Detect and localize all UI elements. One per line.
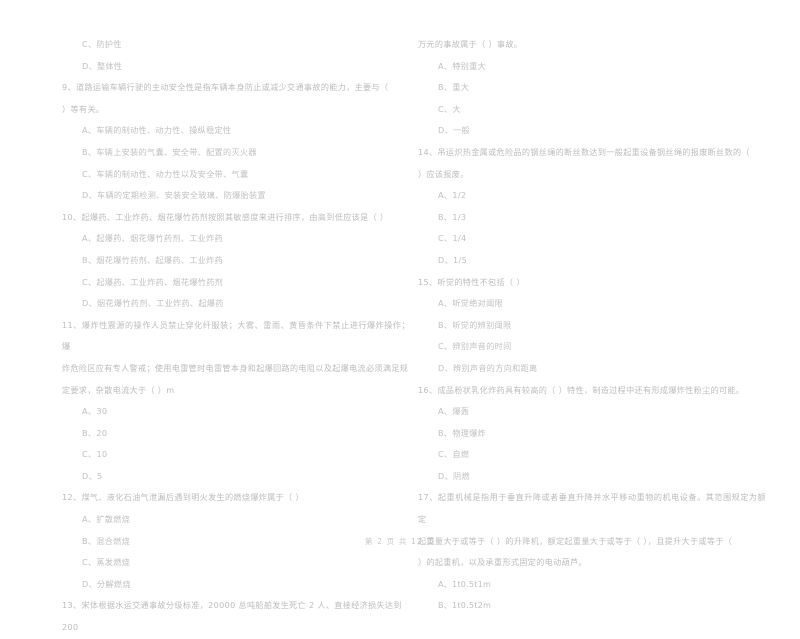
option-item: B、车辆上安装的气囊、安全带、配置的灭火器: [82, 146, 257, 157]
option-item: D、烟花爆竹药剂、工业炸药、起爆药: [82, 298, 224, 309]
option-item: C、1/4: [438, 233, 467, 244]
question-stem-continued: 炸危险区应有专人警戒；使用电雷管时电雷管本身和起爆回路的电阻以及起爆电流必须满足…: [62, 362, 409, 373]
question-stem: 11、爆炸性震源的操作人员禁止穿化纤服装；大雾、雷雨、黄昏条件下禁止进行爆炸操作…: [62, 319, 410, 352]
option-item: D、整体性: [82, 60, 123, 71]
option-item: B、20: [82, 427, 108, 438]
question-block-16: 16、成品粉状乳化炸药具有较高的（ ）特性，制造过程中还有形成爆炸性粉尘的可能。…: [418, 380, 766, 488]
question-stem: 14、吊运炽热金属或危险品的钢丝绳的断丝数达到一般起重设备钢丝绳的报废断丝数的（: [418, 146, 750, 157]
question-stem-continued: ）等有关。: [62, 103, 105, 114]
option-item: B、烟花爆竹药剂、起爆药、工业炸药: [82, 254, 224, 265]
option-item: B、听觉的辨别阈限: [438, 319, 512, 330]
question-stem: 9、道路运输车辆行驶的主动安全性是指车辆本身防止或减少交通事故的能力，主要与（: [62, 82, 389, 93]
option-item: C、大: [438, 103, 461, 114]
question-block-17: 17、起重机械是指用于垂直升降或者垂直升降并水平移动重物的机电设备。其范围规定为…: [418, 487, 766, 617]
question-block-15: 15、听觉的特性不包括（ ） A、听觉绝对阈限 B、听觉的辨别阈限 C、辨别声音…: [418, 272, 766, 380]
question-block-11: 11、爆炸性震源的操作人员禁止穿化纤服装；大雾、雷雨、黄昏条件下禁止进行爆炸操作…: [62, 315, 410, 488]
question-stem-continued: 定要求，杂散电流大于（ ）m: [62, 384, 175, 395]
option-item: A、特别重大: [438, 60, 487, 71]
option-item: C、自燃: [438, 449, 470, 460]
left-column: C、防护性 D、整体性 9、道路运输车辆行驶的主动安全性是指车辆本身防止或减少交…: [62, 34, 410, 639]
option-item: D、辨别声音的方向和距离: [438, 362, 538, 373]
option-item: C、防护性: [82, 39, 122, 49]
question-block-13: 13、宋体根据水运交通事故分级标准，20000 总吨船舶发生死亡 2 人、直接经…: [62, 595, 410, 638]
option-item: D、车辆的定期检测、安装安全玻璃、防爆胎装置: [82, 190, 266, 201]
question-block-9: 9、道路运输车辆行驶的主动安全性是指车辆本身防止或减少交通事故的能力，主要与（ …: [62, 77, 410, 207]
page-footer: 第 2 页 共 12 页: [364, 537, 436, 546]
question-stem: 12、煤气、液化石油气泄漏后遇到明火发生的燃烧爆炸属于（ ）: [62, 492, 304, 503]
option-item: C、起爆药、工业炸药、烟花爆竹药剂: [82, 276, 224, 287]
option-item: C、蒸发燃烧: [82, 557, 131, 568]
option-item: B、重大: [438, 82, 470, 93]
option-item: A、1t0.5t1m: [438, 578, 492, 589]
option-item: A、扩散燃烧: [82, 514, 131, 525]
option-item: C、辨别声音的时间: [438, 341, 512, 352]
question-stem: 17、起重机械是指用于垂直升降或者垂直升降并水平移动重物的机电设备。其范围规定为…: [418, 492, 766, 525]
option-item: B、1t0.5t2m: [438, 600, 492, 611]
option-item: D、阴燃: [438, 470, 470, 481]
option-item: A、爆轰: [438, 406, 470, 417]
option-item: A、30: [82, 406, 108, 417]
option-item: A、起爆药、烟花爆竹药剂、工业炸药: [82, 233, 223, 244]
question-stem-continued: 万元的事故属于（ ）事故。: [418, 39, 523, 49]
scanned-page: C、防护性 D、整体性 9、道路运输车辆行驶的主动安全性是指车辆本身防止或减少交…: [0, 0, 800, 632]
option-item: D、一般: [438, 125, 470, 136]
option-item: A、车辆的制动性、动力性、操纵稳定性: [82, 125, 232, 136]
option-item: A、1/2: [438, 190, 467, 201]
question-stem: 16、成品粉状乳化炸药具有较高的（ ）特性，制造过程中还有形成爆炸性粉尘的可能。: [418, 384, 745, 395]
option-item: B、1/3: [438, 211, 467, 222]
question-stem-continued: ）的起重机，以及承重形式固定的电动葫芦。: [418, 557, 587, 568]
question-block-14: 14、吊运炽热金属或危险品的钢丝绳的断丝数达到一般起重设备钢丝绳的报废断丝数的（…: [418, 142, 766, 272]
option-item: B、物理爆炸: [438, 427, 487, 438]
question-stem: 15、听觉的特性不包括（ ）: [418, 276, 525, 287]
option-item: C、车辆的制动性、动力性以及安全带、气囊: [82, 168, 249, 179]
question-stem-continued: ）应该报废。: [418, 168, 469, 179]
right-column: 万元的事故属于（ ）事故。 A、特别重大 B、重大 C、大 D、一般 14、吊运…: [418, 34, 766, 617]
option-item: D、5: [82, 470, 103, 481]
option-item: A、听觉绝对阈限: [438, 298, 503, 309]
option-item: D、1/5: [438, 254, 468, 265]
question-stem: 13、宋体根据水运交通事故分级标准，20000 总吨船舶发生死亡 2 人、直接经…: [62, 600, 402, 633]
question-block-10: 10、起爆药、工业炸药、烟花爆竹药剂按照其敏感度来进行排序，由高到低应该是（ ）…: [62, 207, 410, 315]
option-item: D、分解燃烧: [82, 578, 131, 589]
question-stem: 10、起爆药、工业炸药、烟花爆竹药剂按照其敏感度来进行排序，由高到低应该是（ ）: [62, 211, 389, 222]
option-item: C、10: [82, 449, 108, 460]
